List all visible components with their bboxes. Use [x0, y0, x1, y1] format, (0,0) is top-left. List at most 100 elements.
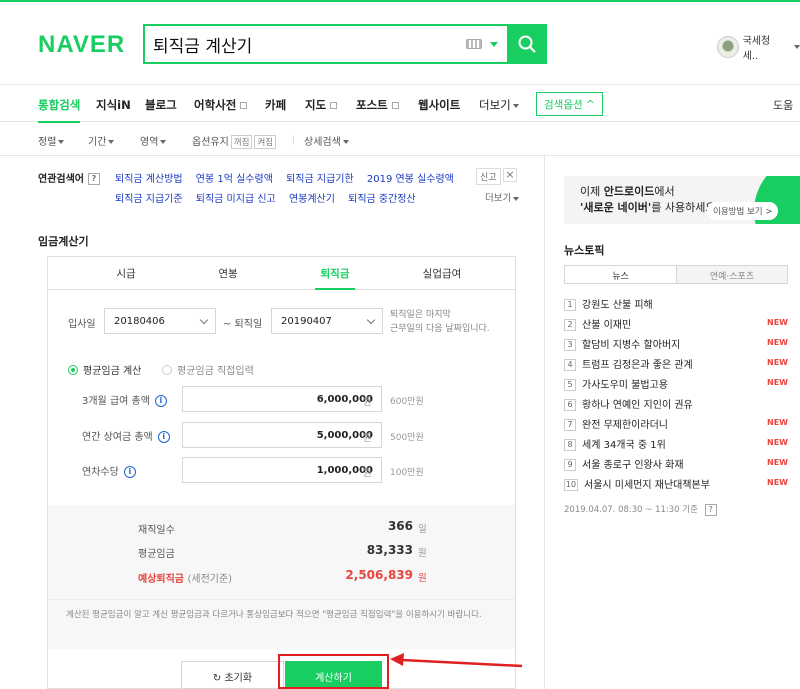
rank-badge: 7 — [564, 419, 576, 431]
tab-unemployment[interactable]: 실업급여 — [412, 266, 472, 281]
tab-hourly[interactable]: 시급 — [96, 266, 156, 281]
info-icon[interactable]: i — [157, 431, 170, 443]
related-more-button[interactable]: 더보기 — [485, 190, 520, 204]
tab-website[interactable]: 웹사이트 — [418, 97, 460, 113]
highlight-frame — [278, 654, 389, 689]
related-link[interactable]: 퇴직금 중간정산 — [348, 194, 416, 205]
radio-direct-input[interactable]: 평균임금 직접입력 — [162, 362, 254, 377]
annual-bonus-input[interactable]: 5,000,000 — [182, 422, 382, 448]
tab-more-label: 더보기 — [479, 98, 511, 112]
close-icon[interactable]: × — [503, 168, 517, 182]
keep-off-toggle[interactable]: 꺼짐 — [230, 135, 253, 149]
news-timestamp: 2019.04.07. 08:30 ~ 11:30 기준 ? — [564, 503, 717, 516]
start-date-select[interactable]: 20180406 — [104, 308, 216, 334]
tab-entertainment-sports[interactable]: 연예·스포츠 — [676, 266, 787, 283]
tab-kin[interactable]: 지식iN — [96, 97, 131, 113]
external-window-icon — [391, 102, 399, 109]
search-input[interactable] — [153, 33, 453, 55]
new-badge: NEW — [767, 358, 788, 367]
tab-cafe[interactable]: 카페 — [265, 97, 286, 113]
search-button[interactable] — [507, 24, 547, 64]
unit-label: 원 — [363, 468, 372, 479]
help-link[interactable]: 도움 — [773, 97, 793, 113]
field-label-text: 연차수당 — [82, 467, 119, 478]
news-headline: 황하나 연예인 지인이 권유 — [582, 400, 693, 411]
list-item[interactable]: 6 황하나 연예인 지인이 권유 — [564, 396, 788, 412]
filter-area[interactable]: 영역 — [140, 133, 167, 148]
search-box[interactable] — [143, 24, 547, 64]
report-button[interactable]: 신고 — [476, 168, 501, 185]
list-item[interactable]: 2 산불 이재민 NEW — [564, 316, 788, 332]
top-accent-line — [0, 0, 800, 2]
end-date-select[interactable]: 20190407 — [271, 308, 383, 334]
related-link[interactable]: 퇴직금 지급기한 — [286, 174, 354, 185]
related-link[interactable]: 퇴직금 계산방법 — [115, 174, 183, 185]
related-link[interactable]: 퇴직금 미지급 신고 — [196, 194, 276, 205]
reset-button[interactable]: ↻ 초기화 — [181, 661, 284, 689]
keyboard-icon[interactable] — [466, 39, 482, 49]
new-badge: NEW — [767, 458, 788, 467]
radio-direct-label: 평균임금 직접입력 — [177, 366, 254, 377]
rank-badge: 6 — [564, 399, 576, 411]
tab-blog[interactable]: 블로그 — [145, 97, 177, 113]
banner-text-part: '새로운 네이버' — [580, 201, 652, 214]
list-item[interactable]: 8 세계 34개국 중 1위 NEW — [564, 436, 788, 452]
list-item[interactable]: 7 완전 무제한이라더니 NEW — [564, 416, 788, 432]
help-icon[interactable]: ? — [88, 173, 100, 185]
salary-3months-input[interactable]: 6,000,000 — [182, 386, 382, 412]
tab-more[interactable]: 더보기 — [479, 97, 519, 113]
chevron-down-icon — [366, 315, 376, 325]
list-item[interactable]: 3 할담비 지병수 할아버지 NEW — [564, 336, 788, 352]
tab-severance[interactable]: 퇴직금 — [305, 266, 365, 281]
user-menu[interactable]: 국세청 세.. — [717, 32, 800, 62]
annual-leave-allowance-input[interactable]: 1,000,000 — [182, 457, 382, 483]
rank-badge: 9 — [564, 459, 576, 471]
banner-howto-link[interactable]: 이용방법 보기 > — [707, 202, 779, 220]
banner-line-1: 이제 안드로이드에서 — [580, 184, 716, 200]
tab-annual[interactable]: 연봉 — [198, 266, 258, 281]
tab-news[interactable]: 뉴스 — [565, 269, 676, 282]
info-icon[interactable]: i — [123, 466, 136, 478]
amount-hint: 500만원 — [390, 433, 424, 443]
list-item[interactable]: 9 서울 종로구 인왕사 화재 NEW — [564, 456, 788, 472]
related-link[interactable]: 퇴직금 지급기준 — [115, 194, 183, 205]
list-item[interactable]: 10 서울시 미세먼지 재난대책본부 NEW — [564, 476, 788, 492]
caret-down-icon — [794, 45, 800, 49]
end-date-value: 20190407 — [281, 316, 332, 327]
disclaimer-text: 계산된 평균임금이 알고 계신 평균임금과 다르거나 통상임금보다 적으면 "평… — [66, 610, 482, 620]
filter-period[interactable]: 기간 — [88, 133, 115, 148]
tab-dictionary[interactable]: 어학사전 — [194, 97, 248, 113]
related-link[interactable]: 2019 연봉 실수령액 — [367, 174, 454, 185]
user-name: 국세청 세.. — [742, 36, 771, 62]
unit-label: 원 — [363, 397, 372, 408]
amount-hint: 100만원 — [390, 468, 424, 478]
tab-map[interactable]: 지도 — [305, 97, 338, 113]
search-options-button[interactable]: 검색옵션 ^ — [536, 92, 603, 116]
external-window-icon — [330, 102, 338, 109]
news-headline: 완전 무제한이라더니 — [582, 420, 668, 431]
radio-average-calc[interactable]: 평균임금 계산 — [68, 362, 141, 377]
tab-post[interactable]: 포스트 — [356, 97, 399, 113]
related-link[interactable]: 연봉 1억 실수령액 — [196, 174, 273, 185]
rank-badge: 2 — [564, 319, 576, 331]
start-date-label: 입사일 — [68, 319, 96, 330]
list-item[interactable]: 5 가사도우미 불법고용 NEW — [564, 376, 788, 392]
help-icon[interactable]: ? — [704, 503, 717, 516]
result-label: 평균임금 — [138, 549, 175, 560]
related-link[interactable]: 연봉계산기 — [289, 194, 335, 205]
list-item[interactable]: 4 트럼프 김정은과 좋은 관계 NEW — [564, 356, 788, 372]
filter-sort[interactable]: 정렬 — [38, 133, 65, 148]
tab-integrated[interactable]: 통합검색 — [38, 97, 80, 113]
naver-logo[interactable]: NAVER — [38, 31, 125, 59]
autocomplete-toggle-icon[interactable] — [490, 42, 498, 47]
android-app-banner[interactable]: 이제 안드로이드에서 '새로운 네이버'를 사용하세요 이용방법 보기 > — [564, 176, 800, 224]
filter-keep-option[interactable]: 옵션유지 꺼짐 켜짐 — [192, 133, 277, 149]
info-icon[interactable]: i — [154, 395, 167, 407]
filter-detail[interactable]: 상세검색 — [304, 133, 349, 148]
date-note-line: 퇴직일은 마지막 — [390, 310, 451, 320]
unit-label: 원 — [363, 433, 372, 444]
amount-hint: 600만원 — [390, 397, 424, 407]
list-item[interactable]: 1 강원도 산불 피해 — [564, 296, 788, 312]
avatar — [717, 36, 739, 58]
keep-on-toggle[interactable]: 켜짐 — [254, 135, 277, 149]
